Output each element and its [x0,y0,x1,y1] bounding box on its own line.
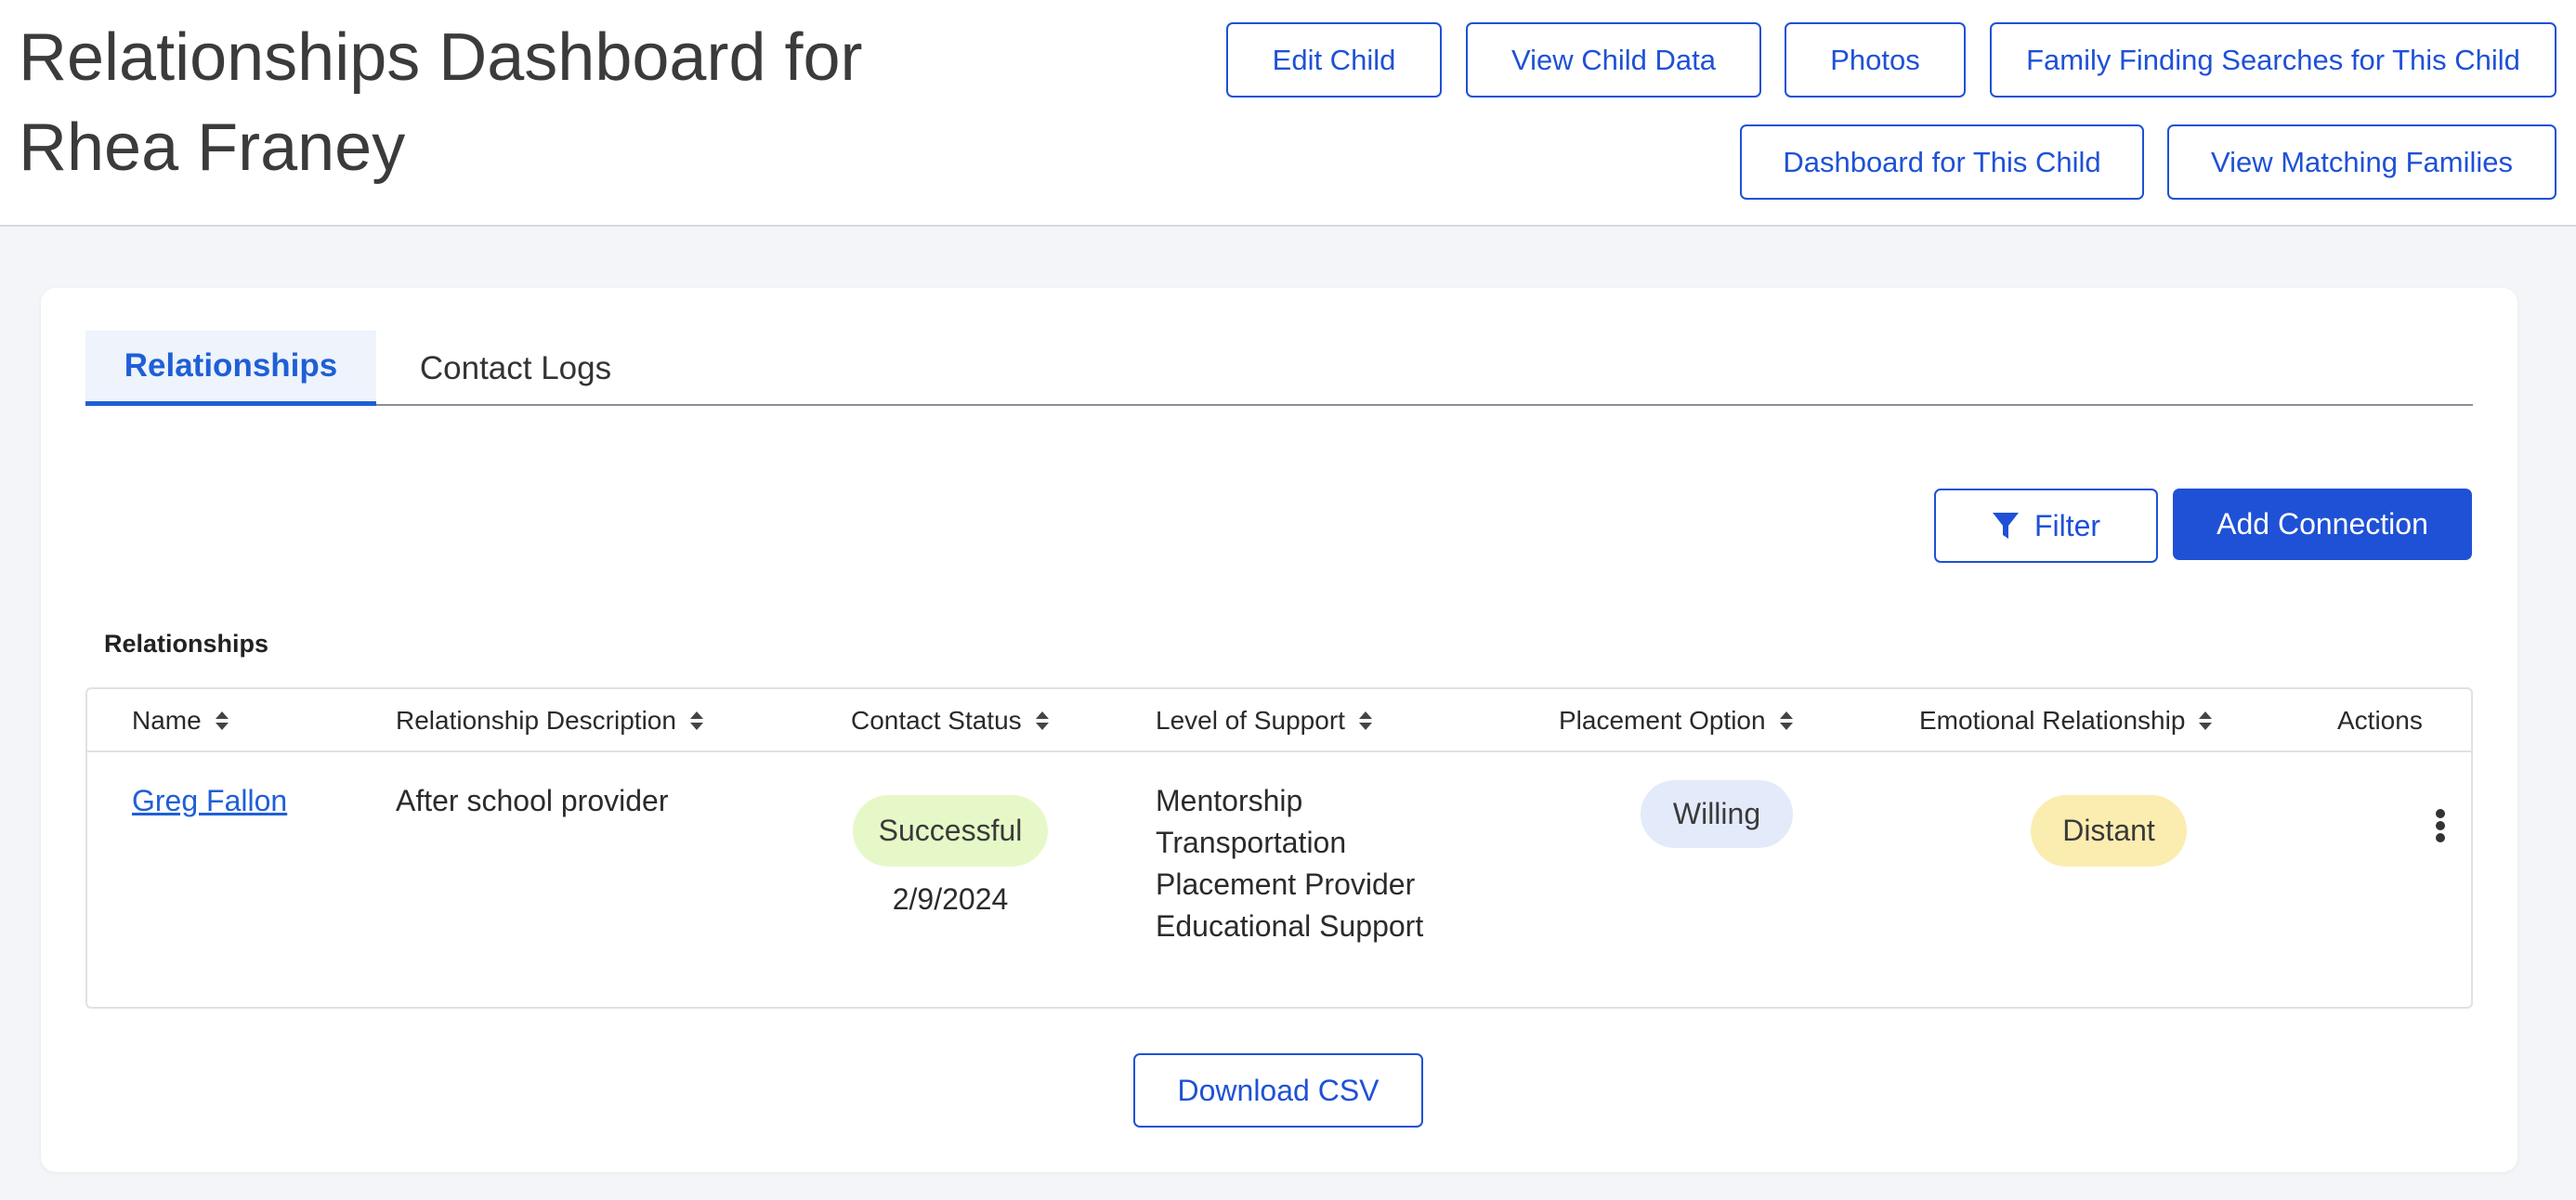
contact-status-badge: Successful [853,795,1048,867]
filter-label: Filter [2033,508,2101,542]
filter-button[interactable]: Filter [1934,489,2158,563]
edit-child-button[interactable]: Edit Child [1226,22,1442,98]
view-matching-families-button[interactable]: View Matching Families [2167,124,2556,200]
family-finding-searches-button[interactable]: Family Finding Searches for This Child [1990,22,2556,98]
relationship-description: After school provider [396,784,669,817]
add-connection-button[interactable]: Add Connection [2173,489,2472,560]
column-header-contact-status[interactable]: Contact Status [851,689,1050,752]
tab-contact-logs[interactable]: Contact Logs [376,331,655,406]
support-item: Placement Provider [1156,867,1416,901]
column-label: Relationship Description [396,706,676,735]
sort-icon [2199,711,2213,730]
download-csv-button[interactable]: Download CSV [1133,1053,1423,1128]
page-title-child-name: Rhea Franey [19,111,406,185]
relationships-section-title: Relationships [104,630,269,658]
sort-icon [689,711,703,730]
view-child-data-button[interactable]: View Child Data [1466,22,1761,98]
more-actions-icon[interactable] [2434,808,2447,843]
emotional-relationship-badge: Distant [2031,795,2187,867]
contact-date: 2/9/2024 [892,882,1009,916]
column-label: Level of Support [1156,706,1345,735]
column-header-actions: Actions [2337,689,2423,752]
support-item: Transportation [1156,826,1347,859]
column-header-name[interactable]: Name [132,689,229,752]
tab-bar: Relationships Contact Logs [85,331,2473,406]
column-header-relationship-description[interactable]: Relationship Description [396,689,704,752]
dashboard-for-child-button[interactable]: Dashboard for This Child [1740,124,2144,200]
relationships-card: Relationships Contact Logs Filter Add Co… [41,288,2517,1172]
column-label: Placement Option [1559,706,1766,735]
tab-relationships[interactable]: Relationships [85,331,376,406]
column-label: Actions [2337,706,2423,735]
column-label: Contact Status [851,706,1022,735]
placement-option-badge: Willing [1641,780,1793,848]
column-header-placement-option[interactable]: Placement Option [1559,689,1794,752]
sort-icon [1358,711,1372,730]
column-label: Name [132,706,202,735]
column-header-emotional-relationship[interactable]: Emotional Relationship [1919,689,2213,752]
sort-icon [1779,711,1793,730]
connection-name-link[interactable]: Greg Fallon [132,780,287,822]
table-header: Name Relationship Description Contact St… [87,689,2471,752]
support-item: Educational Support [1156,909,1424,943]
sort-icon [1035,711,1049,730]
filter-icon [1992,513,2019,539]
relationships-table: Name Relationship Description Contact St… [85,687,2473,1009]
page-header: Relationships Dashboard for Rhea Franey … [0,0,2576,227]
photos-button[interactable]: Photos [1785,22,1966,98]
support-item: Mentorship [1156,784,1303,817]
column-header-level-of-support[interactable]: Level of Support [1156,689,1373,752]
page-title-line1: Relationships Dashboard for [19,20,863,95]
column-label: Emotional Relationship [1919,706,2186,735]
page-title: Relationships Dashboard for Rhea Franey [19,13,910,193]
sort-icon [215,711,229,730]
